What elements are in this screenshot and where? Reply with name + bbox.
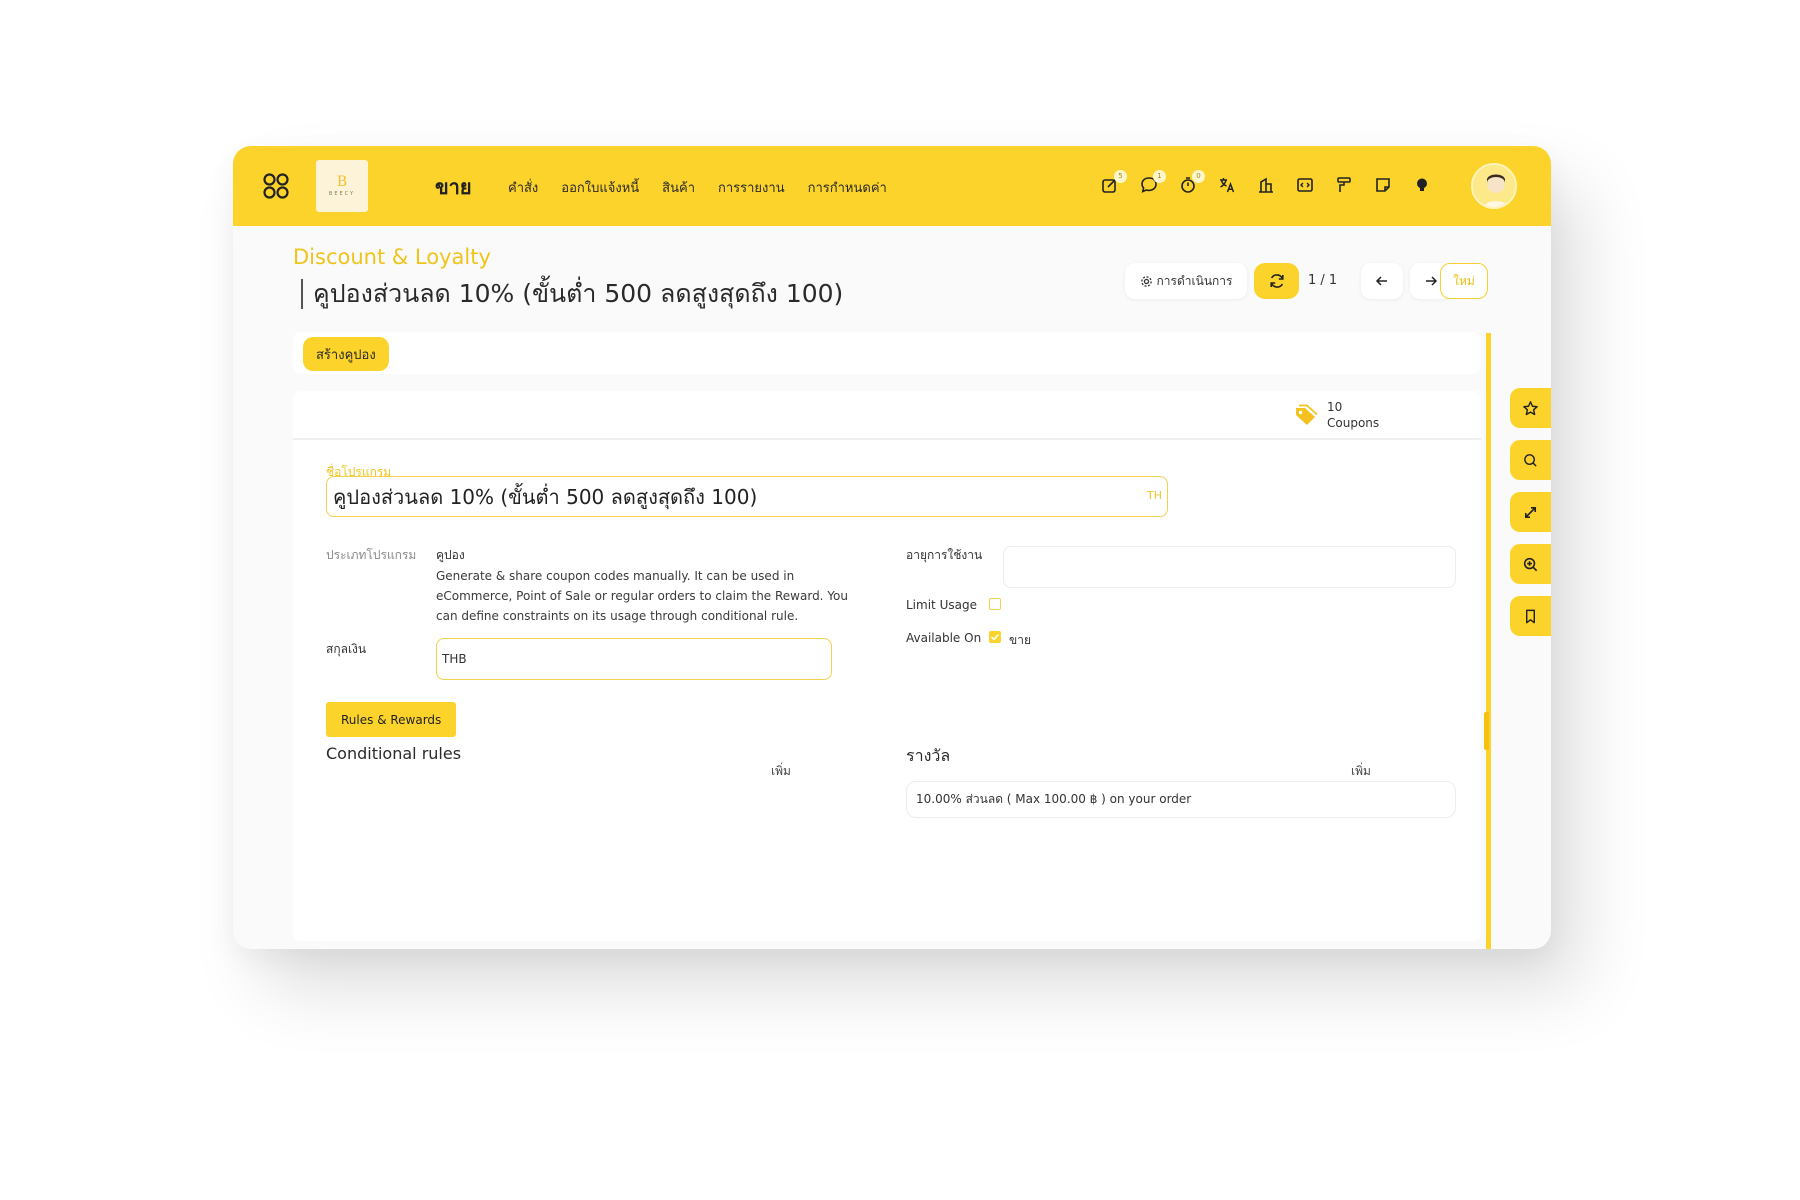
tab-rules-rewards[interactable]: Rules & Rewards [326, 702, 457, 737]
main-menu: คำสั่ง ออกใบแจ้งหนี้ สินค้า การรายงาน กา… [508, 177, 887, 198]
module-title[interactable]: ขาย [435, 171, 472, 203]
refresh-icon [1269, 274, 1284, 288]
company-logo[interactable]: B BEECY [316, 160, 368, 212]
form-statusbar: สร้างคูปอง [293, 332, 1481, 374]
currency-label: สกุลเงิน [326, 642, 367, 656]
systray: 5 1 0 [1099, 170, 1433, 196]
reward-row[interactable]: 10.00% ส่วนลด ( Max 100.00 ฿ ) on your o… [906, 781, 1456, 818]
new-record-button[interactable]: ใหม่ [1440, 263, 1488, 299]
star-icon [1523, 400, 1538, 415]
reward-row-label: 10.00% ส่วนลด ( Max 100.00 ฿ ) on your o… [916, 792, 1192, 806]
bookmark-button[interactable] [1510, 596, 1551, 636]
scroll-thumb[interactable] [1484, 712, 1489, 750]
add-rule-link[interactable]: เพิ่ม [771, 762, 791, 781]
generate-coupons-button[interactable]: สร้างคูปอง [303, 337, 389, 371]
coupons-smart-button[interactable]: 10 Coupons [1293, 395, 1403, 435]
expand-icon [1524, 506, 1537, 518]
program-type-value[interactable]: คูปอง [436, 546, 465, 565]
activity-badge: 5 [1114, 170, 1127, 183]
messages-icon[interactable]: 1 [1138, 170, 1166, 196]
breadcrumb[interactable]: Discount & Loyalty [293, 245, 491, 269]
program-name-input[interactable]: คูปองส่วนลด 10% (ขั้นต่ำ 500 ลดสูงสุดถึง… [326, 476, 1168, 517]
program-name-value: คูปองส่วนลด 10% (ขั้นต่ำ 500 ลดสูงสุดถึง… [333, 484, 758, 509]
form-sheet: 10 Coupons ชื่อโปรแกรม คูปองส่วนลด 10% (… [293, 391, 1481, 941]
menu-invoicing[interactable]: ออกใบแจ้งหนี้ [561, 177, 639, 198]
bookmark-icon [1526, 609, 1535, 623]
rewards-title: รางวัล [906, 746, 951, 765]
logo-text: BEECY [328, 191, 356, 197]
app-window: B BEECY ขาย คำสั่ง ออกใบแจ้งหนี้ สินค้า … [233, 146, 1551, 949]
search-icon [1524, 453, 1537, 467]
available-on-label: Available On [906, 631, 982, 645]
company-switch-icon[interactable] [1255, 174, 1277, 196]
top-navbar: B BEECY ขาย คำสั่ง ออกใบแจ้งหนี้ สินค้า … [233, 146, 1551, 226]
sticky-note-icon[interactable] [1372, 174, 1394, 196]
available-on-sales-label: ขาย [1009, 633, 1031, 647]
tags-icon [1296, 404, 1318, 425]
paint-roller-icon[interactable] [1333, 174, 1355, 196]
coupons-label: Coupons [1327, 416, 1380, 430]
conditional-rules-title: Conditional rules [326, 744, 462, 763]
arrow-left-icon [1375, 276, 1387, 286]
logo-mark: B [336, 174, 348, 190]
side-toolbar [1510, 388, 1551, 636]
currency-field[interactable]: THB [436, 638, 832, 680]
menu-configuration[interactable]: การกำหนดค่า [808, 177, 887, 198]
timer-badge: 0 [1192, 170, 1205, 183]
messages-badge: 1 [1153, 170, 1166, 183]
available-on-sales-checkbox[interactable] [989, 631, 1001, 643]
activity-icon[interactable]: 5 [1099, 170, 1127, 196]
lightbulb-icon[interactable] [1411, 174, 1433, 196]
apps-menu-icon[interactable] [263, 173, 289, 199]
timer-icon[interactable]: 0 [1177, 170, 1205, 196]
zoom-in-button[interactable] [1510, 544, 1551, 584]
translate-icon[interactable] [1216, 174, 1238, 196]
menu-orders[interactable]: คำสั่ง [508, 177, 538, 198]
search-button[interactable] [1510, 440, 1551, 480]
refresh-button[interactable] [1254, 263, 1299, 299]
code-icon[interactable] [1294, 174, 1316, 196]
button-box: 10 Coupons [293, 391, 1481, 440]
currency-value: THB [442, 652, 467, 666]
action-menu-button[interactable]: การดำเนินการ [1125, 263, 1247, 299]
menu-products[interactable]: สินค้า [662, 177, 695, 198]
menu-reporting[interactable]: การรายงาน [718, 177, 785, 198]
coupons-smart-text: 10 Coupons [1327, 399, 1379, 431]
validity-date-field[interactable] [1003, 546, 1456, 588]
program-type-label: ประเภทโปรแกรม [326, 548, 417, 562]
favorite-button[interactable] [1510, 388, 1551, 428]
user-avatar[interactable] [1471, 163, 1517, 209]
previous-record-button[interactable] [1361, 263, 1403, 299]
arrow-right-icon [1426, 276, 1438, 286]
add-reward-link[interactable]: เพิ่ม [1351, 762, 1371, 781]
gear-icon [1140, 275, 1152, 287]
coupons-count: 10 [1327, 400, 1343, 414]
translate-lang-button[interactable]: TH [1147, 489, 1162, 502]
checkmark-icon [990, 633, 1000, 641]
record-title: คูปองส่วนลด 10% (ขั้นต่ำ 500 ลดสูงสุดถึง… [301, 279, 843, 309]
action-menu-label: การดำเนินการ [1156, 273, 1233, 288]
scroll-track [1486, 333, 1491, 949]
zoom-in-icon [1523, 557, 1538, 571]
expand-button[interactable] [1510, 492, 1551, 532]
program-type-description: Generate & share coupon codes manually. … [436, 569, 848, 623]
limit-usage-checkbox[interactable] [989, 598, 1001, 610]
validity-label: อายุการใช้งาน [906, 548, 983, 562]
limit-usage-label: Limit Usage [906, 598, 977, 612]
pager-value[interactable]: 1 / 1 [1308, 273, 1337, 288]
